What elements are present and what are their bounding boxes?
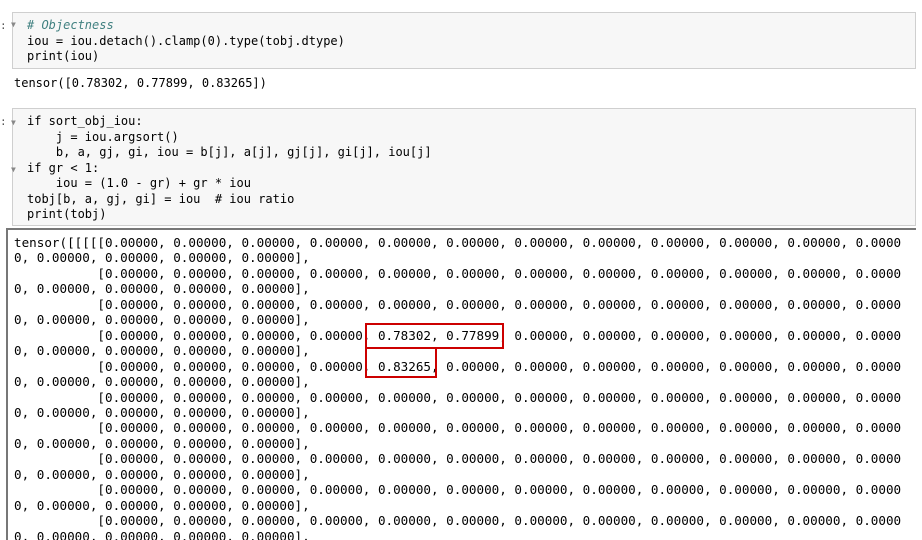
tensor-line: 0, 0.00000, 0.00000, 0.00000, 0.00000], (14, 528, 310, 540)
code-line: b, a, gj, gi, iou = b[j], a[j], gj[j], g… (27, 145, 432, 159)
tensor-line: [0.00000, 0.00000, 0.00000, 0.00000, 0.0… (14, 389, 902, 405)
tensor-line: 0, 0.00000, 0.00000, 0.00000, 0.00000], (14, 250, 310, 266)
code-line: # Objectness (27, 18, 114, 32)
tensor-line: tensor([[[[[0.00000, 0.00000, 0.00000, 0… (14, 235, 902, 250)
tensor-line: 0, 0.00000, 0.00000, 0.00000, 0.00000], (14, 374, 310, 390)
code-cell-objectness[interactable]: : ▼ # Objectness iou = iou.detach().clam… (0, 12, 916, 69)
code-line: if sort_obj_iou: (27, 114, 143, 128)
code-line: print(tobj) (27, 207, 107, 221)
cell-prompt: : (0, 115, 7, 128)
highlight-box (365, 347, 437, 378)
tensor-line: 0, 0.00000, 0.00000, 0.00000, 0.00000], (14, 466, 310, 482)
code-line: print(iou) (27, 49, 100, 63)
code-line: iou = (1.0 - gr) + gr * iou (27, 176, 251, 190)
cell-code[interactable]: # Objectness iou = iou.detach().clamp(0)… (27, 18, 345, 65)
highlight-box-edge (435, 347, 504, 349)
highlight-box (365, 323, 504, 349)
tensor-line: 0, 0.00000, 0.00000, 0.00000, 0.00000], (14, 497, 310, 513)
tensor-text: tensor([[[[[0.00000, 0.00000, 0.00000, 0… (14, 235, 901, 540)
code-cell-iou-assign[interactable]: : ▼ ▼ if sort_obj_iou: j = iou.argsort()… (0, 108, 916, 226)
tensor-output[interactable]: tensor([[[[[0.00000, 0.00000, 0.00000, 0… (6, 228, 916, 540)
code-line: iou = iou.detach().clamp(0).type(tobj.dt… (27, 33, 345, 48)
tensor-line: 0, 0.00000, 0.00000, 0.00000, 0.00000], (14, 312, 310, 328)
tensor-line: [0.00000, 0.00000, 0.00000, 0.00000, 0.0… (14, 451, 902, 467)
code-line: tobj[b, a, gj, gi] = iou # iou ratio (27, 191, 295, 206)
cell-code[interactable]: if sort_obj_iou: j = iou.argsort() b, a,… (27, 114, 432, 223)
tensor-line: [0.00000, 0.00000, 0.00000, 0.00000, 0.0… (14, 296, 902, 312)
cell-output: tensor([0.78302, 0.77899, 0.83265]) (14, 76, 267, 90)
tensor-line: 0, 0.00000, 0.00000, 0.00000, 0.00000], (14, 343, 310, 359)
tensor-line: 0, 0.00000, 0.00000, 0.00000, 0.00000], (14, 404, 310, 420)
cell-prompt: : (0, 19, 7, 32)
fold-toggle-icon[interactable]: ▼ (11, 165, 16, 174)
code-line: if gr < 1: (27, 160, 100, 175)
tensor-line: 0, 0.00000, 0.00000, 0.00000, 0.00000], (14, 435, 310, 451)
tensor-line: [0.00000, 0.00000, 0.00000, 0.00000, 0.0… (14, 482, 902, 498)
fold-toggle-icon[interactable]: ▼ (11, 118, 16, 127)
tensor-line: [0.00000, 0.00000, 0.00000, 0.00000, 0.0… (14, 513, 902, 529)
tensor-line: [0.00000, 0.00000, 0.00000, 0.00000, 0.0… (14, 265, 902, 281)
tensor-line: [0.00000, 0.00000, 0.00000, 0.00000, 0.8… (14, 358, 902, 374)
tensor-line: [0.00000, 0.00000, 0.00000, 0.00000, 0.0… (14, 420, 902, 436)
tensor-line: 0, 0.00000, 0.00000, 0.00000, 0.00000], (14, 281, 310, 297)
fold-toggle-icon[interactable]: ▼ (11, 20, 16, 29)
code-line: j = iou.argsort() (27, 129, 179, 144)
